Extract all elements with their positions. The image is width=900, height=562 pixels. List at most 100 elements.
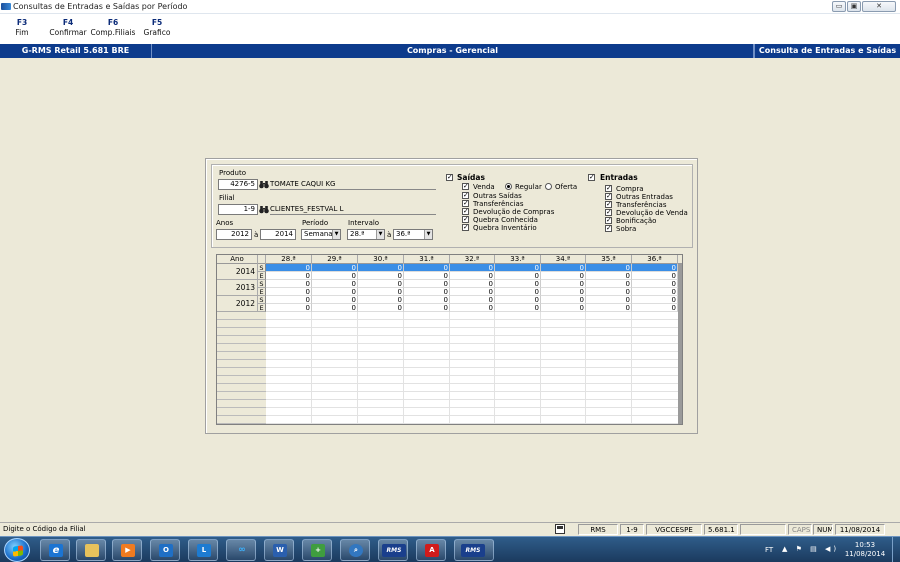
saidas-checkbox[interactable]: ✓ — [446, 174, 453, 181]
filial-code-input[interactable]: 1-9 — [218, 204, 258, 215]
column-header[interactable]: 30.ª — [358, 255, 404, 264]
taskbar-outlook[interactable]: O — [150, 539, 180, 561]
grid-cell[interactable]: 0 — [541, 280, 586, 288]
results-grid[interactable]: Ano 28.ª 29.ª 30.ª 31.ª 32.ª 33.ª 34.ª 3… — [216, 254, 683, 425]
column-header[interactable]: 29.ª — [312, 255, 358, 264]
outras-entradas-checkbox[interactable]: ✓ — [605, 193, 612, 200]
grid-cell[interactable]: 0 — [266, 280, 312, 288]
sobra-checkbox[interactable]: ✓ — [605, 225, 612, 232]
entradas-checkbox[interactable]: ✓ — [588, 174, 595, 181]
outras-saidas-checkbox[interactable]: ✓ — [462, 192, 469, 199]
grid-cell[interactable]: 0 — [586, 280, 632, 288]
taskbar-installer[interactable]: + — [302, 539, 332, 561]
grid-cell[interactable]: 0 — [632, 280, 678, 288]
periodo-select[interactable]: Semana ▼ — [301, 229, 341, 240]
intervalo-to-select[interactable]: 36.ª ▼ — [393, 229, 433, 240]
taskbar-rms-2[interactable]: RMS — [454, 539, 494, 561]
grid-cell[interactable]: 0 — [312, 264, 358, 272]
tray-icons[interactable]: ▲ ⚑ ▤ ◀) — [782, 545, 839, 553]
venda-checkbox[interactable]: ✓ — [462, 183, 469, 190]
language-indicator[interactable]: FT — [765, 546, 773, 554]
grid-cell[interactable]: 0 — [404, 288, 450, 296]
grid-cell[interactable]: 0 — [586, 288, 632, 296]
grid-cell[interactable]: 0 — [266, 288, 312, 296]
taskbar-explorer[interactable] — [76, 539, 106, 561]
grid-cell[interactable]: 0 — [404, 272, 450, 280]
grid-cell[interactable]: 0 — [586, 272, 632, 280]
grid-cell[interactable]: 0 — [632, 304, 678, 312]
grid-cell[interactable]: 0 — [358, 304, 404, 312]
transferencias-entradas-checkbox[interactable]: ✓ — [605, 201, 612, 208]
grid-cell[interactable]: 0 — [586, 304, 632, 312]
ano-from-input[interactable]: 2012 — [216, 229, 252, 240]
grid-cell[interactable]: 0 — [358, 264, 404, 272]
grafico-button[interactable]: F5 Grafico — [142, 18, 172, 37]
grid-cell[interactable]: 0 — [541, 264, 586, 272]
grid-cell[interactable]: 0 — [358, 272, 404, 280]
grid-cell[interactable]: 0 — [266, 304, 312, 312]
grid-cell[interactable]: 0 — [495, 296, 541, 304]
taskbar-word[interactable]: W — [264, 539, 294, 561]
grid-cell[interactable]: 0 — [450, 296, 495, 304]
regular-radio[interactable] — [505, 183, 512, 190]
grid-cell[interactable]: 0 — [632, 264, 678, 272]
intervalo-from-select[interactable]: 28.ª ▼ — [347, 229, 385, 240]
grid-cell[interactable]: 0 — [450, 272, 495, 280]
grid-cell[interactable]: 0 — [358, 288, 404, 296]
confirmar-button[interactable]: F4 Confirmar — [48, 18, 88, 37]
taskbar-search[interactable]: ⌕ — [340, 539, 370, 561]
quebra-inventario-checkbox[interactable]: ✓ — [462, 224, 469, 231]
oferta-radio[interactable] — [545, 183, 552, 190]
grid-cell[interactable]: 0 — [266, 272, 312, 280]
taskbar-lync[interactable]: L — [188, 539, 218, 561]
column-header[interactable]: 31.ª — [404, 255, 450, 264]
grid-cell[interactable]: 0 — [586, 264, 632, 272]
column-header[interactable]: 35.ª — [586, 255, 632, 264]
column-header[interactable]: 28.ª — [266, 255, 312, 264]
taskbar-acrobat[interactable]: A — [416, 539, 446, 561]
grid-cell[interactable]: 0 — [541, 288, 586, 296]
grid-cell[interactable]: 0 — [495, 272, 541, 280]
grid-cell[interactable]: 0 — [495, 288, 541, 296]
column-header[interactable]: 36.ª — [632, 255, 678, 264]
taskbar-ie[interactable]: e — [40, 539, 70, 561]
grid-cell[interactable]: 0 — [312, 272, 358, 280]
grid-cell[interactable]: 0 — [632, 288, 678, 296]
grid-cell[interactable]: 0 — [266, 264, 312, 272]
grid-cell[interactable]: 0 — [404, 280, 450, 288]
fim-button[interactable]: F3 Fim — [12, 18, 32, 37]
tray-clock[interactable]: 10:53 11/08/2014 — [842, 541, 888, 559]
grid-cell[interactable]: 0 — [404, 264, 450, 272]
grid-cell[interactable]: 0 — [358, 280, 404, 288]
quebra-conhecida-checkbox[interactable]: ✓ — [462, 216, 469, 223]
produto-code-input[interactable]: 4276-5 — [218, 179, 258, 190]
column-header[interactable]: 33.ª — [495, 255, 541, 264]
column-header[interactable]: 34.ª — [541, 255, 586, 264]
grid-cell[interactable]: 0 — [312, 304, 358, 312]
taskbar-rms-1[interactable]: RMS — [378, 539, 408, 561]
grid-cell[interactable]: 0 — [312, 296, 358, 304]
grid-cell[interactable]: 0 — [450, 288, 495, 296]
show-desktop-button[interactable] — [892, 537, 900, 562]
grid-cell[interactable]: 0 — [495, 280, 541, 288]
grid-cell[interactable]: 0 — [541, 296, 586, 304]
grid-cell[interactable]: 0 — [266, 296, 312, 304]
grid-cell[interactable]: 0 — [586, 296, 632, 304]
binoculars-icon[interactable] — [259, 205, 269, 214]
grid-cell[interactable]: 0 — [450, 304, 495, 312]
column-header[interactable]: 32.ª — [450, 255, 495, 264]
devolucao-venda-checkbox[interactable]: ✓ — [605, 209, 612, 216]
binoculars-icon[interactable] — [259, 180, 269, 189]
ano-to-input[interactable]: 2014 — [260, 229, 296, 240]
devolucao-compras-checkbox[interactable]: ✓ — [462, 208, 469, 215]
grid-cell[interactable]: 0 — [450, 280, 495, 288]
grid-cell[interactable]: 0 — [404, 304, 450, 312]
grid-cell[interactable]: 0 — [632, 296, 678, 304]
grid-cell[interactable]: 0 — [541, 304, 586, 312]
grid-cell[interactable]: 0 — [312, 288, 358, 296]
taskbar-teamviewer[interactable]: ∞ — [226, 539, 256, 561]
comp-filiais-button[interactable]: F6 Comp.Filiais — [90, 18, 136, 37]
bonificacao-checkbox[interactable]: ✓ — [605, 217, 612, 224]
grid-cell[interactable]: 0 — [450, 264, 495, 272]
start-button[interactable] — [4, 538, 30, 562]
